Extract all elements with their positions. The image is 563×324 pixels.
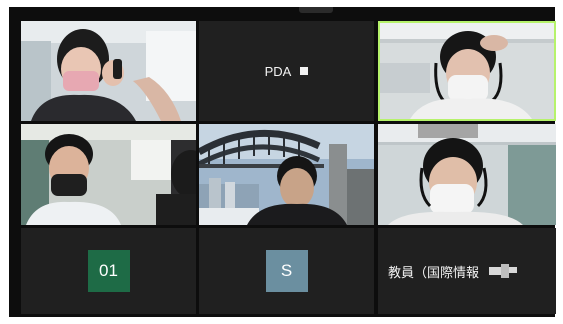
redacted-mosaic-icon <box>489 264 518 278</box>
video-meeting-window: PDA 01 S 教員（国際情報 <box>9 7 556 317</box>
avatar: 01 <box>87 250 130 292</box>
video-tile-participant-6[interactable] <box>378 124 556 225</box>
video-tile-avatar-s[interactable]: S <box>199 228 374 314</box>
avatar-initials: 01 <box>99 261 118 280</box>
video-tile-participant-4[interactable] <box>21 124 196 225</box>
avatar-initials: S <box>280 261 293 280</box>
pda-name-tag: PDA <box>199 21 374 121</box>
presenter-virtual-background <box>199 124 374 225</box>
pda-label: PDA <box>264 63 292 79</box>
teacher-label: 教員（国際情報 <box>388 264 480 280</box>
video-tile-avatar-01[interactable]: 01 <box>21 228 196 314</box>
video-tile-presenter[interactable] <box>199 124 374 225</box>
participant-4-video <box>21 124 196 225</box>
avatar: S <box>265 250 308 292</box>
active-speaker-video <box>380 23 554 119</box>
top-toolbar-handle[interactable] <box>299 7 333 13</box>
participant-1-video <box>21 21 196 121</box>
video-tile-participant-1[interactable] <box>21 21 196 121</box>
teacher-name-tag: 教員（国際情報 <box>388 228 518 314</box>
video-tile-pda[interactable]: PDA <box>199 21 374 121</box>
video-tile-active-speaker[interactable] <box>378 21 556 121</box>
video-tile-teacher[interactable]: 教員（国際情報 <box>378 228 556 314</box>
square-icon <box>300 67 309 75</box>
participant-6-video <box>378 124 556 225</box>
